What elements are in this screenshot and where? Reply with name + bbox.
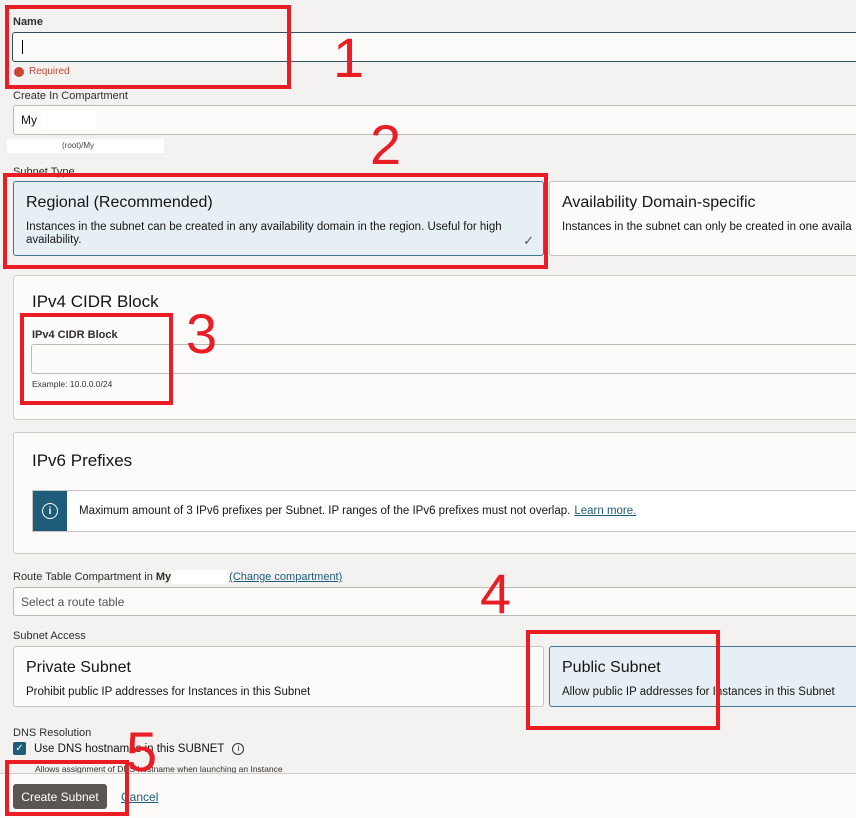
annotation-box-4 bbox=[526, 630, 720, 730]
ipv6-title: IPv6 Prefixes bbox=[32, 451, 133, 470]
change-compartment-link[interactable]: (Change compartment) bbox=[229, 571, 342, 583]
compartment-select[interactable]: My bbox=[13, 105, 856, 135]
route-label-text: Route Table Compartment in bbox=[13, 571, 153, 583]
option-desc: Instances in the subnet can only be crea… bbox=[562, 221, 852, 233]
info-icon: i bbox=[33, 491, 67, 531]
info-icon[interactable]: i bbox=[232, 742, 245, 755]
ipv6-info-text: Maximum amount of 3 IPv6 prefixes per Su… bbox=[79, 505, 571, 517]
ipv6-info-banner: i Maximum amount of 3 IPv6 prefixes per … bbox=[32, 490, 856, 532]
annotation-number-4: 4 bbox=[480, 562, 512, 625]
compartment-value: My bbox=[21, 113, 37, 127]
subnet-access-private[interactable]: Private Subnet Prohibit public IP addres… bbox=[13, 646, 544, 707]
annotation-number-1: 1 bbox=[333, 26, 365, 89]
option-title: Private Subnet bbox=[26, 659, 131, 676]
route-table-label: Route Table Compartment in My (Change co… bbox=[13, 570, 342, 584]
learn-more-link[interactable]: Learn more. bbox=[574, 505, 636, 517]
annotation-number-5: 5 bbox=[126, 720, 158, 783]
annotation-number-3: 3 bbox=[186, 302, 218, 365]
dns-label: DNS Resolution bbox=[13, 727, 92, 739]
option-desc: Prohibit public IP addresses for Instanc… bbox=[26, 686, 311, 698]
annotation-box-2 bbox=[3, 173, 548, 269]
subnet-access-label: Subnet Access bbox=[13, 630, 86, 642]
ipv4-title: IPv4 CIDR Block bbox=[32, 292, 159, 311]
compartment-path: (root)/My bbox=[7, 139, 164, 153]
ipv6-panel: IPv6 Prefixes i Maximum amount of 3 IPv6… bbox=[13, 432, 856, 554]
route-compartment: My bbox=[155, 571, 172, 583]
annotation-box-5 bbox=[5, 760, 129, 816]
route-table-select[interactable]: Select a route table bbox=[13, 587, 856, 616]
route-placeholder: Select a route table bbox=[21, 594, 125, 609]
annotation-number-2: 2 bbox=[370, 113, 402, 176]
option-title: Availability Domain-specific bbox=[562, 194, 756, 211]
checkbox-checked-icon[interactable]: ✓ bbox=[13, 742, 26, 755]
compartment-label: Create In Compartment bbox=[13, 90, 128, 102]
annotation-box-1 bbox=[5, 5, 291, 89]
annotation-box-3 bbox=[20, 313, 173, 405]
subnet-type-ad-specific[interactable]: Availability Domain-specific Instances i… bbox=[549, 181, 856, 256]
